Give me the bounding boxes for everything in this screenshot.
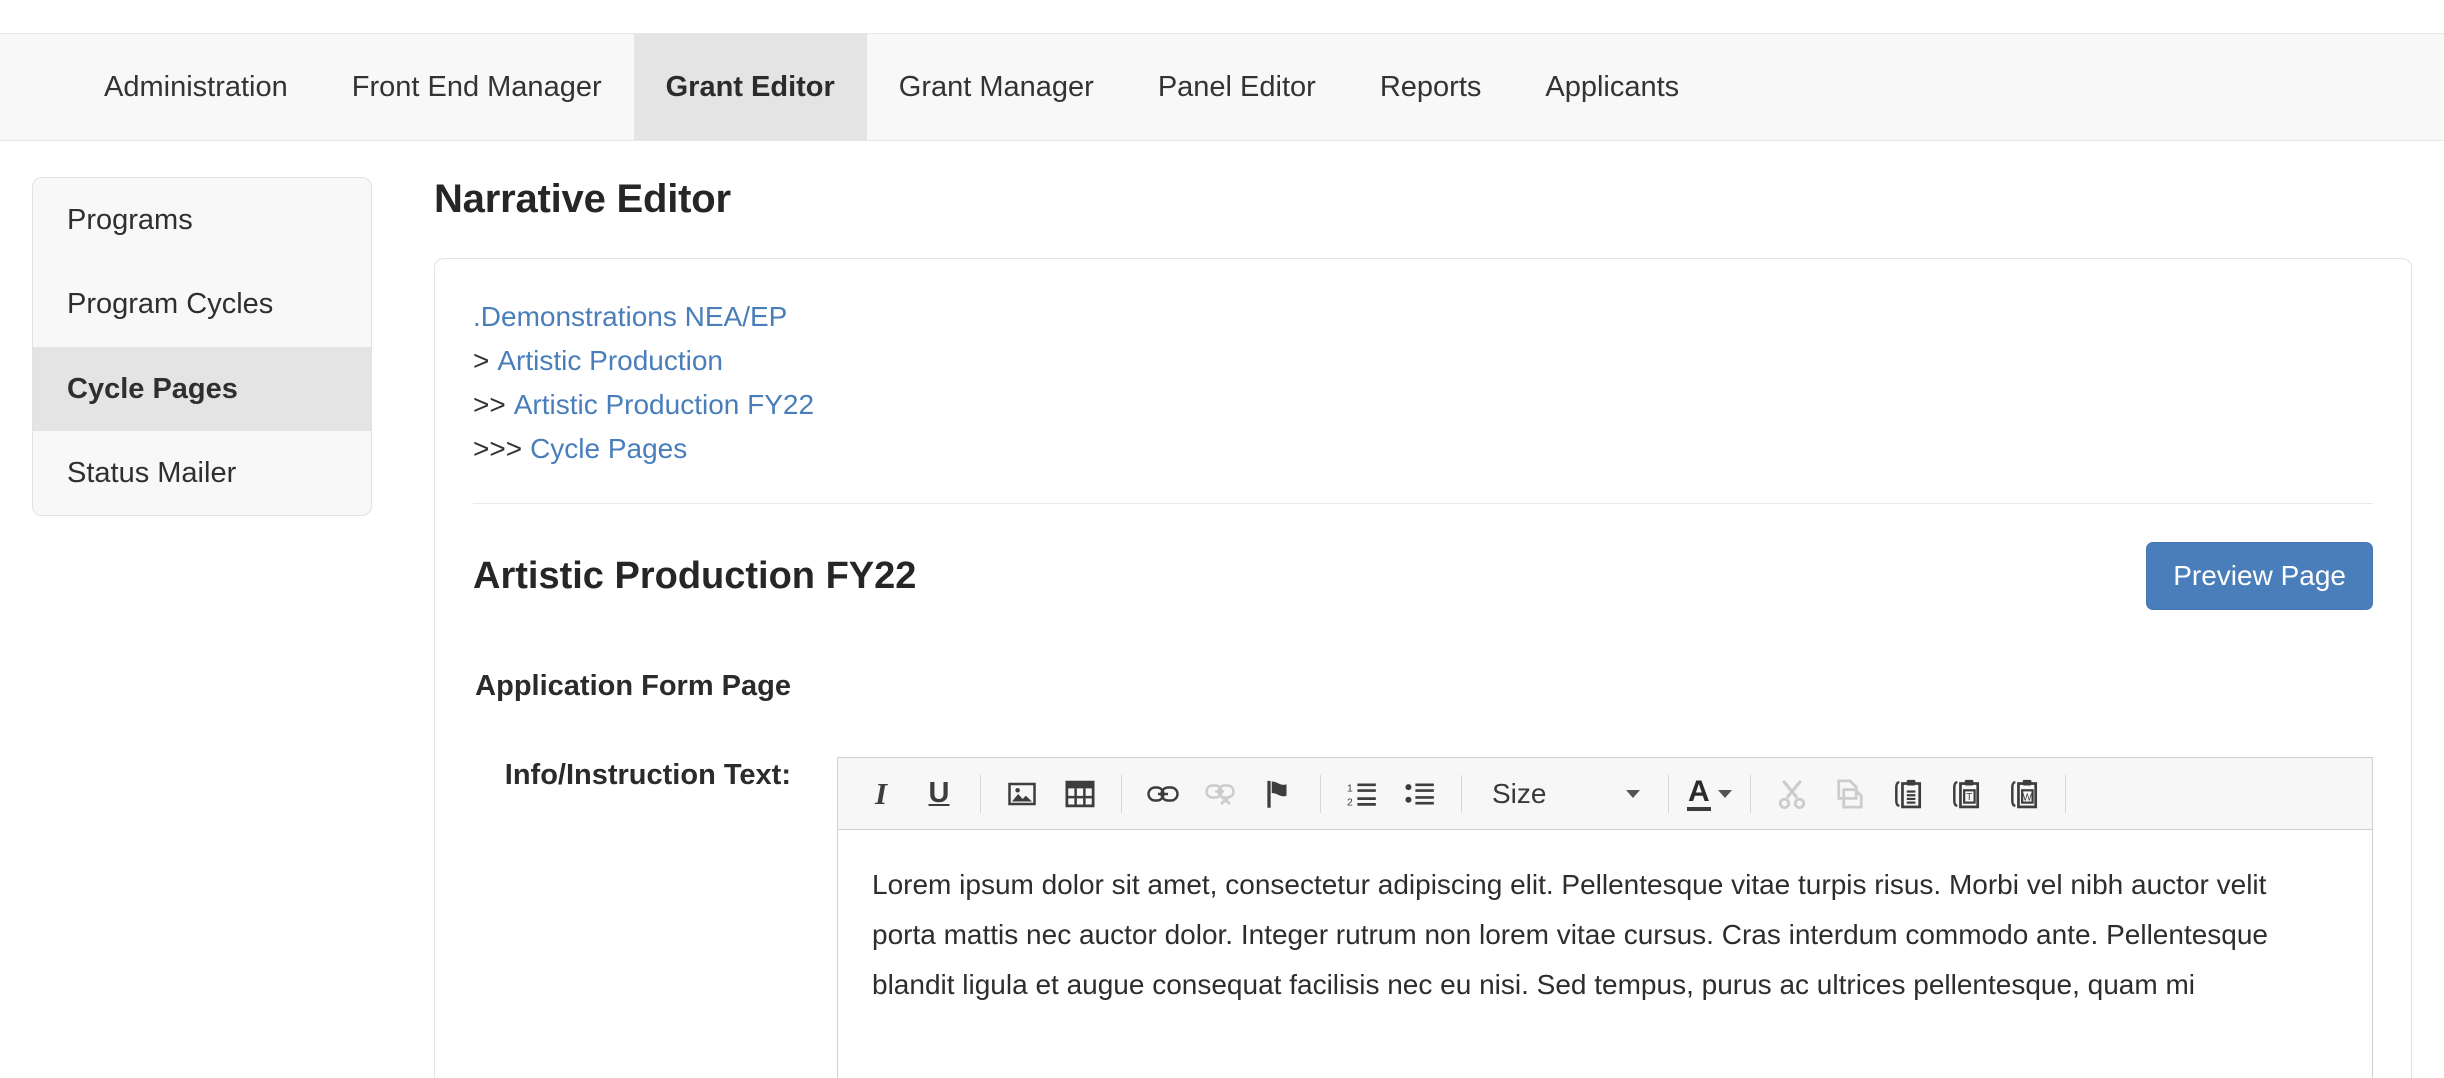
- underline-icon[interactable]: U: [916, 771, 962, 817]
- numbered-list-icon[interactable]: 12: [1339, 771, 1385, 817]
- breadcrumb-prefix: >>>: [473, 433, 523, 464]
- cut-icon: [1769, 771, 1815, 817]
- cycle-title-row: Artistic Production FY22 Preview Page: [473, 504, 2373, 614]
- copy-icon: [1827, 771, 1873, 817]
- paste-icon[interactable]: [1885, 771, 1931, 817]
- editor-content-area[interactable]: Lorem ipsum dolor sit amet, consectetur …: [838, 830, 2372, 1078]
- breadcrumb-row: >>> Cycle Pages: [473, 427, 2373, 471]
- toolbar-separator: [980, 774, 981, 813]
- italic-icon[interactable]: I: [858, 771, 904, 817]
- narrative-editor-card: .Demonstrations NEA/EP > Artistic Producti…: [434, 258, 2412, 1078]
- top-strip: [0, 0, 2444, 33]
- sidebar: Programs Program Cycles Cycle Pages Status …: [32, 177, 372, 516]
- nav-tab-administration[interactable]: Administration: [72, 34, 320, 140]
- info-instruction-text-row: Info/Instruction Text: I U 1 2 Size A T W Lorem…: [473, 757, 2373, 1078]
- nav-tab-applicants[interactable]: Applicants: [1513, 34, 1711, 140]
- toolbar-separator: [1320, 774, 1321, 813]
- svg-text:2: 2: [1347, 797, 1353, 806]
- toolbar-separator: [1461, 774, 1462, 813]
- sidebar-item-status-mailer[interactable]: Status Mailer: [33, 431, 371, 515]
- toolbar-separator: [1749, 774, 1751, 813]
- unlink-icon: [1198, 771, 1244, 817]
- nav-tab-reports[interactable]: Reports: [1348, 34, 1514, 140]
- preview-page-button[interactable]: Preview Page: [2146, 542, 2373, 610]
- breadcrumb-row: .Demonstrations NEA/EP: [473, 295, 2373, 339]
- editor-toolbar: I U 1 2 Size A T W: [838, 758, 2372, 831]
- sidebar-item-cycle-pages[interactable]: Cycle Pages: [33, 346, 371, 431]
- nav-tab-grant-manager[interactable]: Grant Manager: [867, 34, 1126, 140]
- table-icon[interactable]: [1057, 771, 1103, 817]
- sidebar-item-program-cycles[interactable]: Program Cycles: [33, 262, 371, 346]
- application-form-page-row: Application Form Page: [473, 668, 2373, 705]
- rich-text-editor: I U 1 2 Size A T W Lorem ipsum dolor sit amet, …: [837, 757, 2373, 1078]
- link-icon[interactable]: [1140, 771, 1186, 817]
- breadcrumb: .Demonstrations NEA/EP > Artistic Producti…: [473, 295, 2373, 475]
- info-instruction-text-field: I U 1 2 Size A T W Lorem ipsum dolor sit amet, …: [795, 757, 2373, 1078]
- main-nav: Administration Front End Manager Grant Edi…: [0, 33, 2444, 141]
- page-body: Programs Program Cycles Cycle Pages Status …: [0, 141, 2444, 1078]
- chevron-down-icon: [1717, 789, 1732, 798]
- toolbar-separator: [1121, 774, 1122, 813]
- bulleted-list-icon[interactable]: [1397, 771, 1443, 817]
- toolbar-separator: [1668, 774, 1669, 813]
- breadcrumb-prefix: >>: [473, 389, 506, 420]
- breadcrumb-link[interactable]: Cycle Pages: [530, 433, 687, 464]
- main-content: Narrative Editor .Demonstrations NEA/EP >…: [434, 177, 2412, 1078]
- breadcrumb-link[interactable]: .Demonstrations NEA/EP: [473, 301, 787, 332]
- anchor-flag-icon[interactable]: [1256, 771, 1302, 817]
- svg-text:1: 1: [1347, 783, 1353, 794]
- nav-tab-front-end-manager[interactable]: Front End Manager: [320, 34, 634, 140]
- text-color-icon[interactable]: A: [1687, 776, 1732, 812]
- svg-text:W: W: [2022, 792, 2032, 803]
- breadcrumb-row: >> Artistic Production FY22: [473, 383, 2373, 427]
- toolbar-separator: [2064, 774, 2066, 813]
- breadcrumb-prefix: >: [473, 345, 490, 376]
- breadcrumb-link[interactable]: Artistic Production: [497, 345, 723, 376]
- nav-tab-panel-editor[interactable]: Panel Editor: [1126, 34, 1348, 140]
- font-size-label: Size: [1492, 777, 1547, 809]
- nav-tab-grant-editor[interactable]: Grant Editor: [633, 34, 867, 140]
- page-title: Narrative Editor: [434, 177, 731, 221]
- cycle-page-title: Artistic Production FY22: [473, 554, 917, 597]
- breadcrumb-link[interactable]: Artistic Production FY22: [514, 389, 814, 420]
- paste-as-text-icon[interactable]: T: [1943, 771, 1989, 817]
- breadcrumb-row: > Artistic Production: [473, 339, 2373, 383]
- application-form-page-label: Application Form Page: [475, 670, 791, 702]
- info-instruction-text-label: Info/Instruction Text:: [504, 759, 791, 792]
- svg-text:T: T: [1966, 792, 1972, 803]
- text-color-letter: A: [1687, 776, 1711, 812]
- editor-paragraph: Lorem ipsum dolor sit amet, consectetur …: [872, 869, 2269, 1001]
- paste-from-word-icon[interactable]: W: [2001, 771, 2047, 817]
- chevron-down-icon: [1626, 789, 1640, 798]
- image-icon[interactable]: [999, 771, 1045, 817]
- sidebar-item-programs[interactable]: Programs: [33, 178, 371, 262]
- font-size-select[interactable]: Size: [1480, 771, 1650, 817]
